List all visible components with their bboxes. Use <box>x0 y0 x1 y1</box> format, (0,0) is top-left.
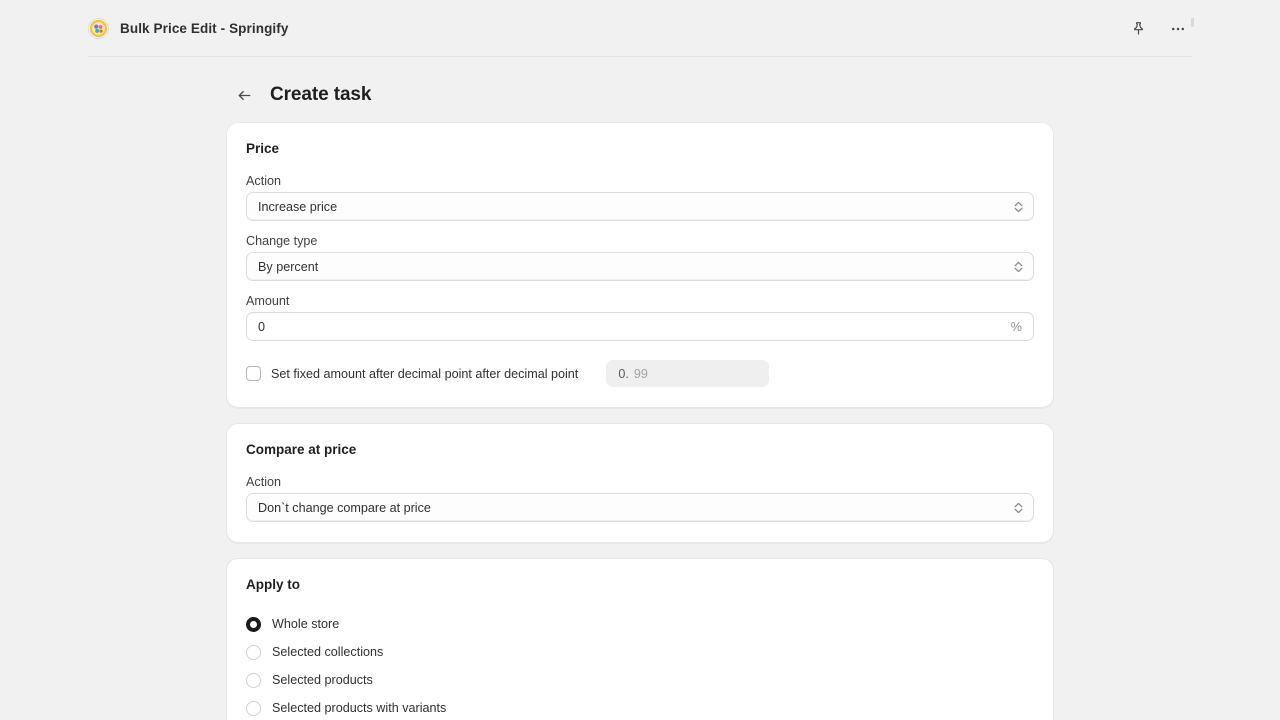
apply-to-option-selected-products-with-variants[interactable]: Selected products with variants <box>246 694 1034 720</box>
fixed-decimal-prefix: 0. <box>618 366 629 381</box>
radio-icon[interactable] <box>246 672 261 688</box>
amount-label: Amount <box>246 294 290 308</box>
fixed-decimal-label[interactable]: Set fixed amount after decimal point aft… <box>271 367 578 381</box>
amount-input[interactable] <box>246 312 1034 341</box>
price-card: Price Action Increase price Change type <box>226 122 1054 408</box>
radio-icon[interactable] <box>246 644 261 660</box>
window-corner-marker <box>1191 18 1194 27</box>
radio-icon[interactable] <box>246 700 261 716</box>
apply-to-option-label: Whole store <box>272 617 340 631</box>
apply-to-card-title: Apply to <box>246 577 300 592</box>
price-action-field: Action Increase price <box>246 174 1034 221</box>
apply-to-option-label: Selected collections <box>272 645 384 659</box>
apply-to-option-whole-store[interactable]: Whole store <box>246 610 1034 638</box>
price-action-select-wrap: Increase price <box>246 192 1034 221</box>
compare-card-title: Compare at price <box>246 442 357 457</box>
price-action-select[interactable]: Increase price <box>246 192 1034 221</box>
page-header: Create task <box>226 77 1054 113</box>
compare-action-field: Action Don`t change compare at price <box>246 475 1034 522</box>
fixed-decimal-checkbox[interactable] <box>246 366 261 381</box>
fixed-decimal-placeholder: 99 <box>633 366 648 381</box>
app-identity: Bulk Price Edit - Springify <box>88 18 288 39</box>
back-arrow-icon[interactable] <box>234 86 254 106</box>
compare-action-label: Action <box>246 475 282 489</box>
compare-at-price-card: Compare at price Action Don`t change com… <box>226 423 1054 543</box>
apply-to-option-label: Selected products with variants <box>272 701 447 715</box>
page-container: Create task Price Action Increase price <box>0 57 1280 720</box>
amount-field: Amount % <box>246 294 1034 341</box>
app-header-actions <box>1124 15 1192 43</box>
apply-to-option-selected-products[interactable]: Selected products <box>246 666 1034 694</box>
springify-app-icon <box>88 18 109 39</box>
app-title: Bulk Price Edit - Springify <box>120 21 289 36</box>
radio-icon[interactable] <box>246 616 261 632</box>
fixed-decimal-input[interactable]: 0. 99 <box>606 360 770 387</box>
compare-action-select-wrap: Don`t change compare at price <box>246 493 1034 522</box>
fixed-decimal-row: Set fixed amount after decimal point aft… <box>246 360 1034 387</box>
page-content: Price Action Increase price Change type <box>226 113 1054 720</box>
apply-to-card: Apply to Whole store Selected collection… <box>226 558 1054 720</box>
price-card-title: Price <box>246 141 280 156</box>
change-type-select[interactable]: By percent <box>246 252 1034 281</box>
more-options-icon[interactable] <box>1164 15 1192 43</box>
price-action-label: Action <box>246 174 282 188</box>
app-header-bar: Bulk Price Edit - Springify <box>0 0 1280 57</box>
amount-input-wrap: % <box>246 312 1034 341</box>
apply-to-option-label: Selected products <box>272 673 373 687</box>
apply-to-option-selected-collections[interactable]: Selected collections <box>246 638 1034 666</box>
compare-action-select[interactable]: Don`t change compare at price <box>246 493 1034 522</box>
pin-icon[interactable] <box>1124 15 1152 43</box>
page-title: Create task <box>270 84 372 105</box>
change-type-select-wrap: By percent <box>246 252 1034 281</box>
change-type-field: Change type By percent <box>246 234 1034 281</box>
change-type-label: Change type <box>246 234 318 248</box>
